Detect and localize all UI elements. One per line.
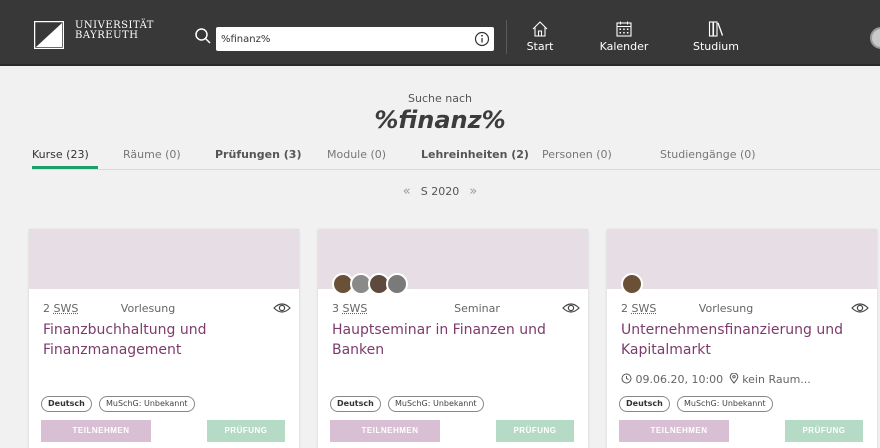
nav-studium-label: Studium [693, 40, 739, 53]
tab-kurse[interactable]: Kurse (23) [32, 148, 89, 161]
tab-personen[interactable]: Personen (0) [542, 148, 612, 161]
avatar[interactable] [386, 273, 408, 295]
course-title[interactable]: Finanzbuchhaltung und Finanzmanagement [43, 320, 293, 360]
search-input[interactable] [216, 27, 494, 51]
next-semester-icon[interactable]: » [469, 184, 477, 199]
home-icon [531, 20, 549, 38]
date-text: 09.06.20, 10:00 [636, 373, 724, 386]
course-type: Vorlesung [43, 302, 253, 315]
clock-icon [621, 373, 632, 384]
course-date: 09.06.20, 10:00 kein Raum... [621, 373, 811, 386]
nav-kalender[interactable]: Kalender [592, 20, 656, 60]
search-prefix: Suche nach [0, 92, 880, 105]
course-type: Vorlesung [621, 302, 831, 315]
nav-studium[interactable]: Studium [686, 20, 746, 60]
tab-module[interactable]: Module (0) [327, 148, 386, 161]
top-bar: UNIVERSITÄT BAYREUTH Start Kalender [0, 0, 880, 64]
tag-language: Deutsch [619, 396, 670, 412]
tag-muschg: MuSchG: Unbekannt [99, 396, 195, 412]
calendar-icon [615, 20, 633, 38]
user-avatar[interactable] [870, 27, 880, 49]
books-icon [707, 20, 725, 38]
course-card[interactable]: 2 SWS Vorlesung Unternehmensfinanzierung… [607, 229, 877, 448]
eye-icon[interactable] [273, 301, 291, 315]
topbar-divider [0, 64, 880, 66]
tag-language: Deutsch [41, 396, 92, 412]
logo-text: UNIVERSITÄT BAYREUTH [75, 21, 154, 41]
semester-switcher: « S 2020 » [0, 184, 880, 199]
nav-start-label: Start [527, 40, 554, 53]
avatar[interactable] [621, 273, 643, 295]
card-meta: 3 SWS Seminar [332, 302, 580, 316]
search-icon [194, 27, 212, 45]
join-button[interactable]: TEILNEHMEN [619, 420, 729, 442]
search-query-title: %finanz% [0, 106, 880, 134]
course-card[interactable]: 3 SWS Seminar Hauptseminar in Finanzen u… [318, 229, 588, 448]
room-text: kein Raum... [742, 373, 811, 386]
course-title[interactable]: Unternehmensfinanzierung und Kapitalmark… [621, 320, 871, 360]
divider [506, 20, 507, 54]
course-card[interactable]: 2 SWS Vorlesung Finanzbuchhaltung und Fi… [29, 229, 299, 448]
join-button[interactable]: TEILNEHMEN [41, 420, 151, 442]
tag-language: Deutsch [330, 396, 381, 412]
tag-muschg: MuSchG: Unbekannt [677, 396, 773, 412]
previous-semester-icon[interactable]: « [403, 184, 411, 199]
eye-icon[interactable] [851, 301, 869, 315]
card-header [29, 229, 299, 289]
tab-raeume[interactable]: Räume (0) [123, 148, 181, 161]
nav-start[interactable]: Start [520, 20, 560, 60]
nav-kalender-label: Kalender [600, 40, 649, 53]
info-icon[interactable] [474, 31, 490, 47]
exam-button[interactable]: PRÜFUNG [207, 420, 285, 442]
tabs-divider [32, 169, 880, 170]
course-title[interactable]: Hauptseminar in Finanzen und Banken [332, 320, 582, 360]
card-meta: 2 SWS Vorlesung [43, 302, 291, 316]
tab-studiengaenge[interactable]: Studiengänge (0) [660, 148, 756, 161]
semester-label: S 2020 [421, 185, 459, 198]
exam-button[interactable]: PRÜFUNG [785, 420, 863, 442]
tab-pruefungen[interactable]: Prüfungen (3) [215, 148, 301, 161]
card-meta: 2 SWS Vorlesung [621, 302, 869, 316]
card-header [607, 229, 877, 289]
eye-icon[interactable] [562, 301, 580, 315]
join-button[interactable]: TEILNEHMEN [330, 420, 440, 442]
tag-muschg: MuSchG: Unbekannt [388, 396, 484, 412]
exam-button[interactable]: PRÜFUNG [496, 420, 574, 442]
location-pin-icon [729, 373, 739, 384]
course-type: Seminar [332, 302, 588, 315]
university-logo-icon[interactable] [34, 21, 64, 49]
tab-lehreinheiten[interactable]: Lehreinheiten (2) [421, 148, 529, 161]
